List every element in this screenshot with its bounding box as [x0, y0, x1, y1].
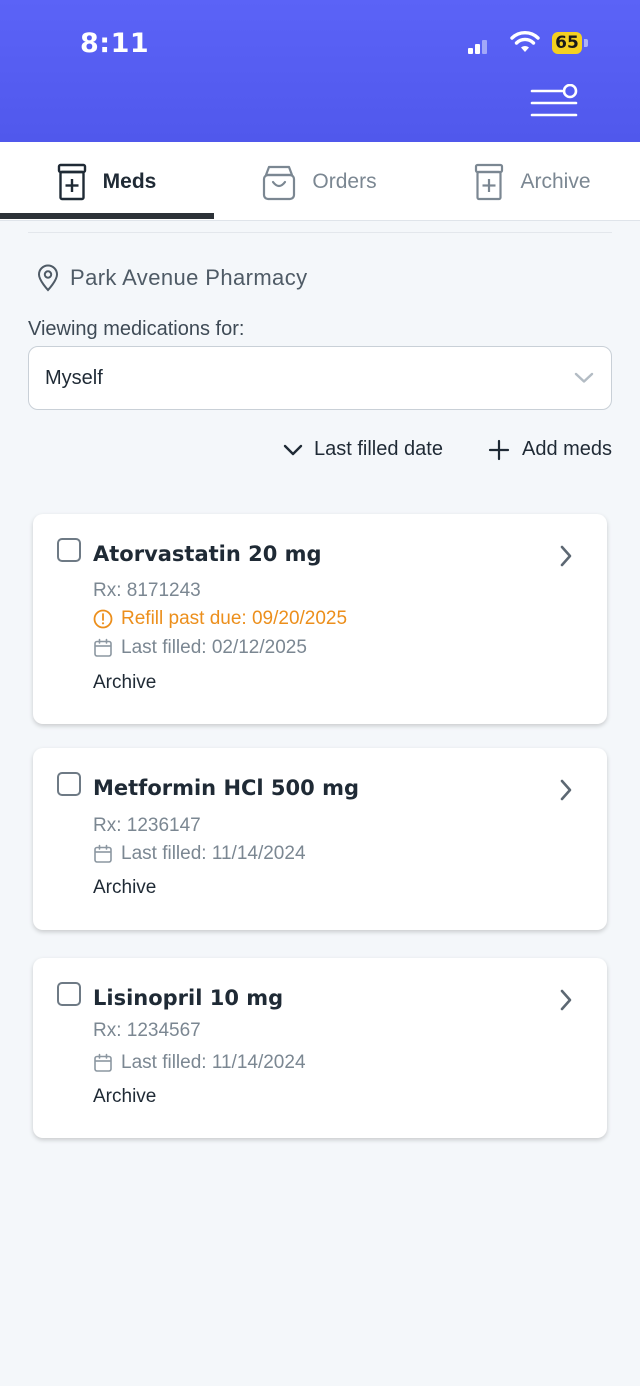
sort-label: Last filled date: [314, 438, 443, 460]
last-filled-text: Last filled: 11/14/2024: [121, 1052, 306, 1073]
tab-meds[interactable]: Meds: [0, 142, 213, 221]
plus-icon: [488, 439, 510, 460]
last-filled: Last filled: 11/14/2024: [93, 843, 306, 865]
status-time: 8:11: [80, 28, 150, 59]
medication-name: Lisinopril 10 mg: [93, 986, 284, 1010]
chevron-down-icon: [574, 372, 594, 383]
patient-select-value: Myself: [45, 367, 103, 389]
sort-button[interactable]: Last filled date: [282, 438, 443, 461]
refill-alert-text: Refill past due: 09/20/2025: [121, 608, 348, 629]
tab-label: Archive: [520, 169, 591, 193]
active-tab-indicator: [0, 213, 214, 219]
calendar-icon: [94, 1053, 112, 1072]
rx-number: Rx: 8171243: [93, 580, 201, 601]
refill-alert: Refill past due: 09/20/2025: [93, 608, 347, 630]
alert-circle-icon: [93, 609, 113, 629]
archive-bottle-icon: [475, 163, 504, 200]
chevron-right-icon[interactable]: [559, 544, 573, 568]
chevron-right-icon[interactable]: [559, 778, 573, 802]
tab-label: Orders: [312, 169, 377, 193]
tab-label: Meds: [102, 169, 157, 193]
divider: [28, 232, 612, 233]
chevron-down-icon: [283, 444, 303, 455]
medication-card[interactable]: Metformin HCl 500 mg Rx: 1236147 Last fi…: [33, 748, 607, 930]
medication-checkbox[interactable]: [57, 982, 81, 1006]
medication-checkbox[interactable]: [57, 538, 81, 562]
add-meds-button[interactable]: Add meds: [488, 438, 612, 461]
filter-menu-icon[interactable]: [530, 84, 580, 118]
tab-archive[interactable]: Archive: [426, 142, 639, 221]
medication-name: Atorvastatin 20 mg: [93, 542, 322, 566]
archive-link[interactable]: Archive: [93, 877, 156, 899]
location-pin-icon: [37, 264, 59, 292]
cellular-signal-icon: [468, 36, 488, 54]
wifi-icon: [510, 31, 540, 52]
archive-link[interactable]: Archive: [93, 1086, 156, 1108]
battery-tip: [584, 39, 588, 47]
archive-link[interactable]: Archive: [93, 672, 156, 694]
tab-orders[interactable]: Orders: [213, 142, 426, 221]
calendar-icon: [94, 844, 112, 863]
medication-card[interactable]: Atorvastatin 20 mg Rx: 8171243 Refill pa…: [33, 514, 607, 724]
tab-bar: Meds Orders Archive: [0, 142, 640, 221]
app-header: 8:11 65: [0, 0, 640, 142]
shopping-bag-icon: [263, 165, 296, 200]
medication-checkbox[interactable]: [57, 772, 81, 796]
last-filled: Last filled: 11/14/2024: [93, 1052, 306, 1074]
rx-number: Rx: 1236147: [93, 815, 201, 836]
pill-bottle-icon: [57, 163, 86, 200]
medication-name: Metformin HCl 500 mg: [93, 776, 359, 800]
last-filled-text: Last filled: 11/14/2024: [121, 843, 306, 864]
rx-number: Rx: 1234567: [93, 1020, 201, 1041]
battery-indicator: 65: [552, 32, 582, 54]
pharmacy-selector[interactable]: Park Avenue Pharmacy: [36, 264, 308, 292]
add-meds-label: Add meds: [522, 438, 613, 460]
patient-select[interactable]: Myself: [28, 346, 612, 410]
pharmacy-name: Park Avenue Pharmacy: [70, 265, 308, 290]
chevron-right-icon[interactable]: [559, 988, 573, 1012]
calendar-icon: [94, 638, 112, 657]
last-filled-text: Last filled: 02/12/2025: [121, 637, 307, 658]
medication-card[interactable]: Lisinopril 10 mg Rx: 1234567 Last filled…: [33, 958, 607, 1138]
viewing-label: Viewing medications for:: [28, 318, 245, 340]
last-filled: Last filled: 02/12/2025: [93, 637, 307, 659]
